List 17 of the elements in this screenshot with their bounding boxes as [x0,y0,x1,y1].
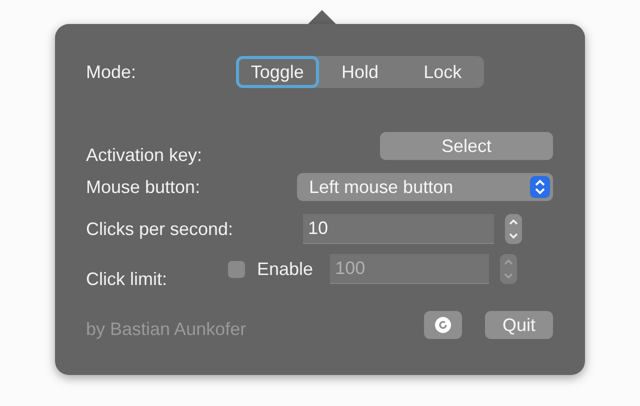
activation-key-label: Activation key: [86,145,204,166]
clicks-per-second-label: Clicks per second: [86,218,234,240]
mode-segment[interactable]: Hold [318,56,402,88]
select-button[interactable]: Select [380,132,553,160]
refresh-button[interactable] [424,311,462,339]
mode-segment[interactable]: Lock [401,56,484,88]
mouse-button-dropdown[interactable]: Left mouse button [297,173,553,201]
mode-segment[interactable]: Toggle [236,56,319,88]
chevron-updown-icon [530,176,550,198]
stepper[interactable] [505,214,522,244]
clicks-per-second-field[interactable]: 10 [303,214,494,244]
enable-label: Enable [257,258,314,280]
quit-button[interactable]: Quit [485,311,553,339]
mouse-button-label: Mouse button: [86,176,202,198]
click-limit-label: Click limit: [86,269,168,290]
mode-label: Mode: [86,62,138,82]
refresh-icon [434,316,452,334]
